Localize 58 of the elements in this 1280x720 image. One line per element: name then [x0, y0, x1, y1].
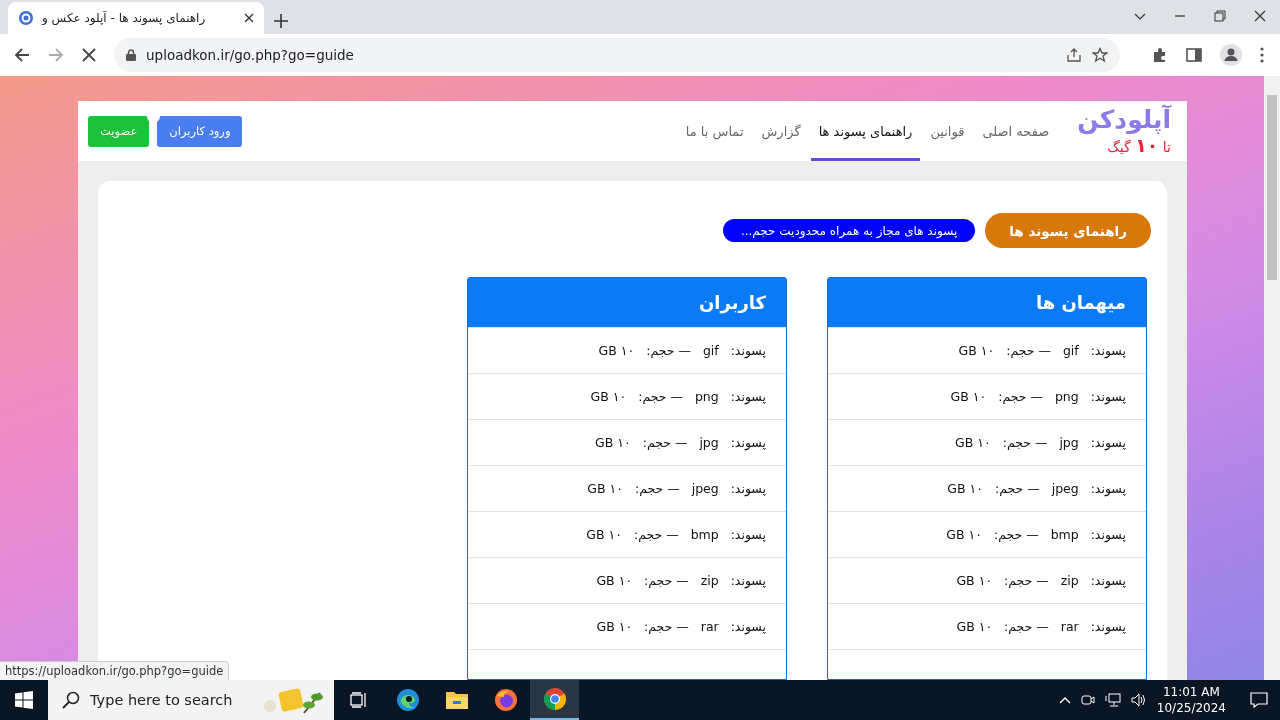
close-icon[interactable]: [244, 13, 254, 23]
nav-link[interactable]: تماس با ما: [677, 101, 752, 161]
side-panel-icon[interactable]: [1186, 47, 1202, 63]
more-menu-icon[interactable]: [1260, 47, 1264, 63]
table-row-text: پسوند: rar — حجم: ۱۰ GB: [596, 619, 766, 634]
section-title-pill: راهنمای پسوند ها: [985, 213, 1151, 248]
scrollbar[interactable]: [1264, 76, 1280, 680]
lock-icon: [126, 49, 136, 61]
task-view-icon[interactable]: [349, 692, 368, 708]
edge-browser-icon[interactable]: [395, 688, 420, 712]
table-row-text: پسوند: bmp — حجم: ۱۰ GB: [586, 527, 766, 542]
table-row-text: پسوند: jpg — حجم: ۱۰ GB: [955, 435, 1126, 450]
table-row-text: پسوند: png — حجم: ۱۰ GB: [950, 389, 1126, 404]
table-row-text: پسوند: png — حجم: ۱۰ GB: [590, 389, 766, 404]
puzzle-piece-icon[interactable]: [1152, 47, 1168, 63]
nav-link[interactable]: صفحه اصلی: [974, 101, 1058, 161]
network-icon[interactable]: [1104, 693, 1121, 707]
back-arrow-icon[interactable]: [14, 47, 30, 63]
table-row-text: پسوند: zip — حجم: ۱۰ GB: [956, 573, 1126, 588]
chrome-icon[interactable]: [542, 687, 567, 711]
profile-avatar-icon[interactable]: [1220, 44, 1242, 66]
table-title: میهمان ها: [1035, 292, 1126, 313]
table-title: کاربران: [698, 292, 766, 313]
search-icon: [62, 691, 80, 709]
browser-tab[interactable]: راهنمای پسوند ها - آپلود عکس و: [8, 2, 264, 34]
table-row-text: پسوند: jpeg — حجم: ۱۰ GB: [947, 481, 1126, 496]
table-row-text: پسوند: zip — حجم: ۱۰ GB: [596, 573, 766, 588]
star-icon[interactable]: [1092, 47, 1108, 63]
address-bar[interactable]: uploadkon.ir/go.php?go=guide: [114, 38, 1120, 72]
new-tab-icon[interactable]: [274, 14, 288, 28]
stop-loading-icon[interactable]: [82, 48, 96, 62]
restore-icon[interactable]: [1214, 10, 1226, 22]
table-row-text: پسوند: rar — حجم: ۱۰ GB: [956, 619, 1126, 634]
share-icon[interactable]: [1066, 47, 1082, 63]
site-favicon-icon: [18, 10, 34, 26]
table-row-text: پسوند: jpg — حجم: ۱۰ GB: [595, 435, 766, 450]
folder-icon[interactable]: [444, 690, 469, 710]
camera-icon[interactable]: [1080, 693, 1095, 707]
windows-start-icon[interactable]: [15, 691, 33, 709]
login-button[interactable]: ورود کاربران: [157, 115, 243, 147]
nav-link[interactable]: گزارش: [753, 101, 809, 161]
table-row-text: پسوند: gif — حجم: ۱۰ GB: [958, 343, 1126, 358]
nav-link[interactable]: قوانین: [922, 101, 973, 161]
notification-icon[interactable]: [1250, 692, 1268, 708]
tab-title: راهنمای پسوند ها - آپلود عکس و: [42, 11, 207, 25]
taskbar-search-field[interactable]: Type here to search: [48, 680, 334, 720]
table-row-text: پسوند: bmp — حجم: ۱۰ GB: [946, 527, 1126, 542]
clock[interactable]: 11:01 AM 10/25/2024: [1156, 683, 1226, 717]
close-icon[interactable]: [1254, 10, 1266, 22]
speaker-icon[interactable]: [1130, 693, 1147, 707]
status-url: https://uploadkon.ir/go.php?go=guide: [0, 661, 230, 680]
table-row-text: پسوند: jpeg — حجم: ۱۰ GB: [587, 481, 766, 496]
leaf-cheese-drawing: [262, 685, 326, 715]
section-note-pill: پسوند های مجاز به همراه محدودیت حجم...: [722, 219, 976, 242]
table-row-text: پسوند: gif — حجم: ۱۰ GB: [598, 343, 766, 358]
chevron-up-icon[interactable]: [1058, 696, 1071, 704]
firefox-icon[interactable]: [493, 688, 518, 712]
logo-tagline: تا ۱۰ گیگ: [1107, 133, 1171, 156]
